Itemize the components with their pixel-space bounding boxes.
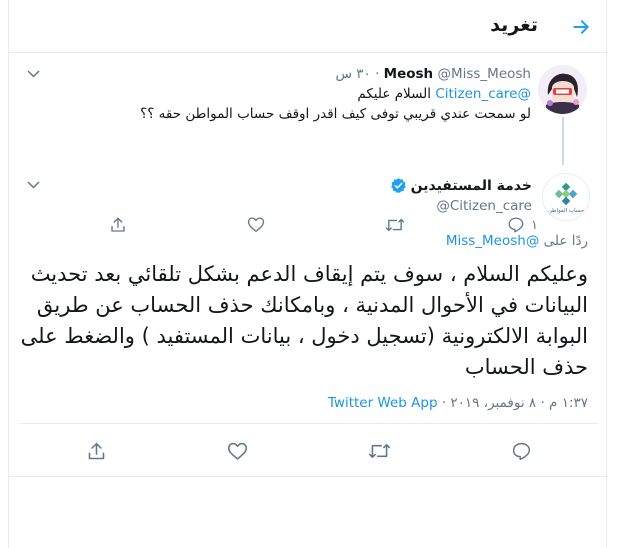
- back-button[interactable]: [568, 14, 594, 40]
- logo-text: حساب المواطن: [548, 208, 584, 214]
- focused-tweet: حساب المواطن خدمة المستفيدين @Citizen_ca…: [9, 167, 608, 477]
- tweet-text-line1: @Citizen_care السلام عليكم: [357, 86, 531, 102]
- chevron-down-icon: [26, 181, 40, 189]
- mention-link[interactable]: @Citizen_care: [435, 86, 531, 102]
- author-handle[interactable]: @Citizen_care: [436, 198, 532, 214]
- avatar[interactable]: [538, 65, 587, 114]
- like-button[interactable]: [227, 441, 248, 461]
- replying-to: ردًا على @Miss_Meosh: [446, 233, 588, 249]
- mention-link[interactable]: @Miss_Meosh: [446, 233, 540, 249]
- retweet-button[interactable]: [368, 441, 391, 461]
- tweet-meta: Meosh @Miss_Meosh · ٣٠ س: [335, 66, 531, 82]
- page-header: تغريد: [9, 0, 608, 53]
- greeting-text: السلام عليكم: [357, 86, 432, 102]
- replying-prefix: ردًا على: [543, 233, 588, 249]
- tweet-time[interactable]: ٣٠ س: [335, 66, 370, 82]
- author-name-row[interactable]: خدمة المستفيدين: [390, 177, 532, 194]
- like-icon: [227, 442, 248, 460]
- avatar[interactable]: حساب المواطن: [542, 173, 590, 221]
- tweet-timestamp-row: ١:٣٧ م · ٨ نوفمبر، ٢٠١٩ · Twitter Web Ap…: [328, 395, 588, 411]
- more-options-button[interactable]: [25, 179, 41, 191]
- tweet-text: لو سمحت عندي قريبي توفى كيف اقدر اوقف حس…: [140, 106, 531, 122]
- tweet-text: وعليكم السلام ، سوف يتم إيقاف الدعم بشكل…: [20, 262, 588, 379]
- back-arrow-icon: [573, 20, 589, 34]
- tweet-source[interactable]: Twitter Web App: [328, 395, 438, 411]
- reply-icon: [512, 442, 531, 461]
- page-title: تغريد: [490, 14, 538, 36]
- separator: ·: [375, 66, 380, 82]
- tweet-timestamp[interactable]: ١:٣٧ م · ٨ نوفمبر، ٢٠١٩ ·: [442, 395, 588, 411]
- reply-button[interactable]: [511, 441, 532, 462]
- retweet-icon: [368, 444, 391, 458]
- share-button[interactable]: [86, 441, 107, 462]
- thread-line: [562, 117, 564, 165]
- author-name[interactable]: Meosh: [384, 66, 434, 82]
- timeline-column: تغريد Meosh @Miss_Meosh · ٣٠ س @Citizen_…: [8, 0, 608, 548]
- more-options-button[interactable]: [25, 68, 41, 80]
- divider: [19, 423, 598, 424]
- chevron-down-icon: [26, 70, 40, 78]
- author-name[interactable]: خدمة المستفيدين: [411, 178, 532, 194]
- verified-badge-icon: [390, 178, 406, 194]
- parent-tweet[interactable]: Meosh @Miss_Meosh · ٣٠ س @Citizen_care ا…: [9, 53, 608, 233]
- author-handle[interactable]: @Miss_Meosh: [437, 66, 531, 82]
- share-icon: [88, 442, 105, 460]
